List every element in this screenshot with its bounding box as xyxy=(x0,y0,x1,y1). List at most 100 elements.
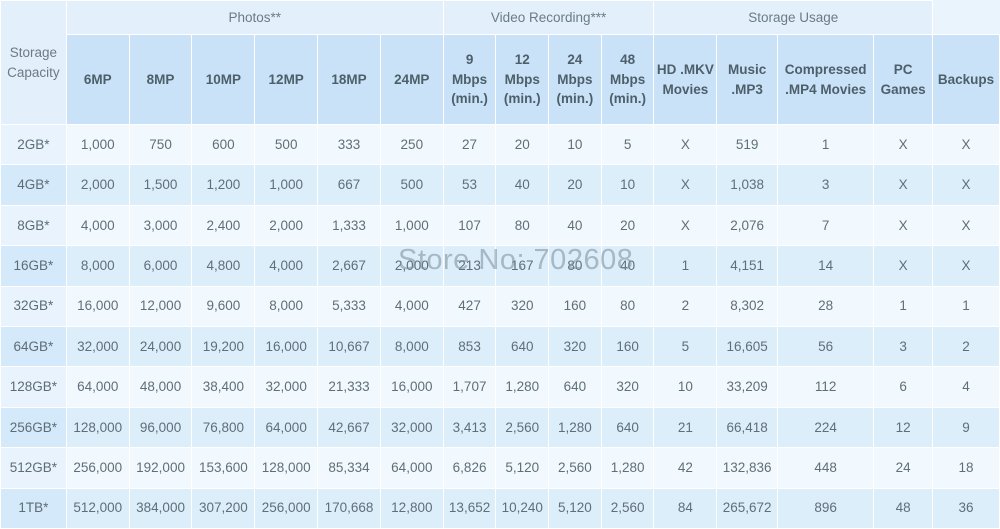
cell-r7-c11: 10 xyxy=(653,366,718,408)
cell-r3-c5: 1,333 xyxy=(317,204,381,247)
column-header-8: 12 Mbps (min.) xyxy=(495,34,550,125)
cell-r10-c6: 12,800 xyxy=(379,487,444,529)
cell-r10-c14: 48 xyxy=(873,487,934,529)
cell-r5-c7: 427 xyxy=(442,285,497,327)
cell-r5-c4: 8,000 xyxy=(254,285,319,327)
cell-r2-c4: 1,000 xyxy=(254,164,319,206)
row-header-capacity: 256GB* xyxy=(0,406,67,449)
storage-capacity-table: Storage Capacity Photos** Video Recording*… xyxy=(0,0,1000,529)
cell-r9-c2: 192,000 xyxy=(128,447,193,489)
column-header-12-line-2: .MP3 xyxy=(731,81,763,97)
column-header-11-line-2: Movies xyxy=(662,81,709,97)
cell-r9-c7: 6,826 xyxy=(442,447,497,489)
cell-r2-c11: X xyxy=(653,164,718,206)
cell-r4-c10: 40 xyxy=(600,245,655,287)
cell-r9-c12: 132,836 xyxy=(716,447,779,489)
row-header-capacity: 32GB* xyxy=(0,285,67,327)
table-head: Storage Capacity Photos** Video Recording*… xyxy=(0,0,1000,125)
cell-r6-c11: 5 xyxy=(653,325,718,368)
cell-r7-c4: 32,000 xyxy=(254,366,319,408)
table-row: 32GB* 16,000 12,000 9,600 8,000 5,333 4,000 427… xyxy=(0,285,1000,327)
cell-r10-c2: 384,000 xyxy=(128,487,193,529)
row-header-capacity: 8GB* xyxy=(0,204,67,247)
cell-r8-c14: 12 xyxy=(873,406,934,449)
table-row: 512GB* 256,000 192,000 153,600 128,000 85,334… xyxy=(0,447,1000,489)
cell-r5-c8: 320 xyxy=(495,285,550,327)
column-header-8-line-3: (min.) xyxy=(503,91,541,107)
cell-r10-c11: 84 xyxy=(653,487,718,529)
column-header-13: Compressed .MP4 Movies xyxy=(777,34,875,125)
cell-r2-c8: 40 xyxy=(495,164,550,206)
column-header-11-line-1: HD .MKV xyxy=(656,61,714,77)
cell-r6-c2: 24,000 xyxy=(128,325,193,368)
cell-r8-c12: 66,418 xyxy=(716,406,779,449)
cell-r1-c8: 20 xyxy=(495,123,550,166)
table-row: 128GB* 64,000 48,000 38,400 32,000 21,333 16,0… xyxy=(0,366,1000,408)
cell-r4-c12: 4,151 xyxy=(716,245,779,287)
cell-r9-c14: 24 xyxy=(873,447,934,489)
column-header-9: 24 Mbps (min.) xyxy=(548,34,602,125)
cell-r10-c13: 896 xyxy=(777,487,875,529)
cell-r4-c4: 4,000 xyxy=(254,245,319,287)
stub-header-storage-capacity: Storage Capacity xyxy=(0,0,67,125)
cell-r7-c14: 6 xyxy=(873,366,934,408)
cell-r3-c2: 3,000 xyxy=(128,204,193,247)
cell-r3-c15: X xyxy=(932,204,1000,247)
cell-r8-c10: 640 xyxy=(600,406,655,449)
cell-r5-c10: 80 xyxy=(600,285,655,327)
column-header-7: 9 Mbps (min.) xyxy=(442,34,497,125)
cell-r7-c3: 38,400 xyxy=(191,366,256,408)
stub-header-line-2: Capacity xyxy=(7,64,60,80)
cell-r5-c13: 28 xyxy=(777,285,875,327)
row-header-capacity: 1TB* xyxy=(0,487,67,529)
cell-r9-c1: 256,000 xyxy=(65,447,130,489)
cell-r2-c15: X xyxy=(932,164,1000,206)
column-header-7-line-1: 9 xyxy=(465,52,474,68)
column-header-4: 12MP xyxy=(254,34,319,125)
cell-r9-c9: 2,560 xyxy=(548,447,602,489)
column-header-6-line-1: 24MP xyxy=(394,71,430,87)
cell-r1-c4: 500 xyxy=(254,123,319,166)
column-header-15-line-1: Backups xyxy=(937,71,995,87)
cell-r1-c9: 10 xyxy=(548,123,602,166)
cell-r2-c6: 500 xyxy=(379,164,444,206)
cell-r4-c9: 80 xyxy=(548,245,602,287)
cell-r2-c14: X xyxy=(873,164,934,206)
cell-r2-c3: 1,200 xyxy=(191,164,256,206)
table-body: 2GB* 1,000 750 600 500 333 250 27 20 10 5 X 519 1 X X 4G… xyxy=(0,123,1000,529)
cell-r6-c6: 8,000 xyxy=(379,325,444,368)
cell-r4-c5: 2,667 xyxy=(317,245,381,287)
cell-r2-c7: 53 xyxy=(442,164,497,206)
cell-r1-c14: X xyxy=(873,123,934,166)
cell-r3-c11: X xyxy=(653,204,718,247)
cell-r4-c7: 213 xyxy=(442,245,497,287)
table-row: 16GB* 8,000 6,000 4,800 4,000 2,667 2,000 213 16… xyxy=(0,245,1000,287)
cell-r1-c5: 333 xyxy=(317,123,381,166)
cell-r7-c6: 16,000 xyxy=(379,366,444,408)
cell-r5-c6: 4,000 xyxy=(379,285,444,327)
column-header-2-line-1: 8MP xyxy=(146,71,175,87)
cell-r5-c1: 16,000 xyxy=(65,285,130,327)
table-row: 1TB* 512,000 384,000 307,200 256,000 170,668 1… xyxy=(0,487,1000,529)
cell-r8-c4: 64,000 xyxy=(254,406,319,449)
column-header-13-line-2: .MP4 Movies xyxy=(785,81,867,97)
table-row: 8GB* 4,000 3,000 2,400 2,000 1,333 1,000 107 80 4… xyxy=(0,204,1000,247)
cell-r6-c1: 32,000 xyxy=(65,325,130,368)
cell-r7-c12: 33,209 xyxy=(716,366,779,408)
column-header-12: Music .MP3 xyxy=(716,34,779,125)
cell-r4-c2: 6,000 xyxy=(128,245,193,287)
cell-r8-c2: 96,000 xyxy=(128,406,193,449)
cell-r10-c3: 307,200 xyxy=(191,487,256,529)
cell-r4-c11: 1 xyxy=(653,245,718,287)
column-header-6: 24MP xyxy=(379,34,444,125)
cell-r7-c8: 1,280 xyxy=(495,366,550,408)
cell-r10-c9: 5,120 xyxy=(548,487,602,529)
cell-r2-c13: 3 xyxy=(777,164,875,206)
cell-r2-c9: 20 xyxy=(548,164,602,206)
column-header-3-line-1: 10MP xyxy=(205,71,242,87)
cell-r7-c5: 21,333 xyxy=(317,366,381,408)
cell-r7-c10: 320 xyxy=(600,366,655,408)
cell-r8-c6: 32,000 xyxy=(379,406,444,449)
cell-r8-c11: 21 xyxy=(653,406,718,449)
column-header-9-line-3: (min.) xyxy=(556,91,594,107)
